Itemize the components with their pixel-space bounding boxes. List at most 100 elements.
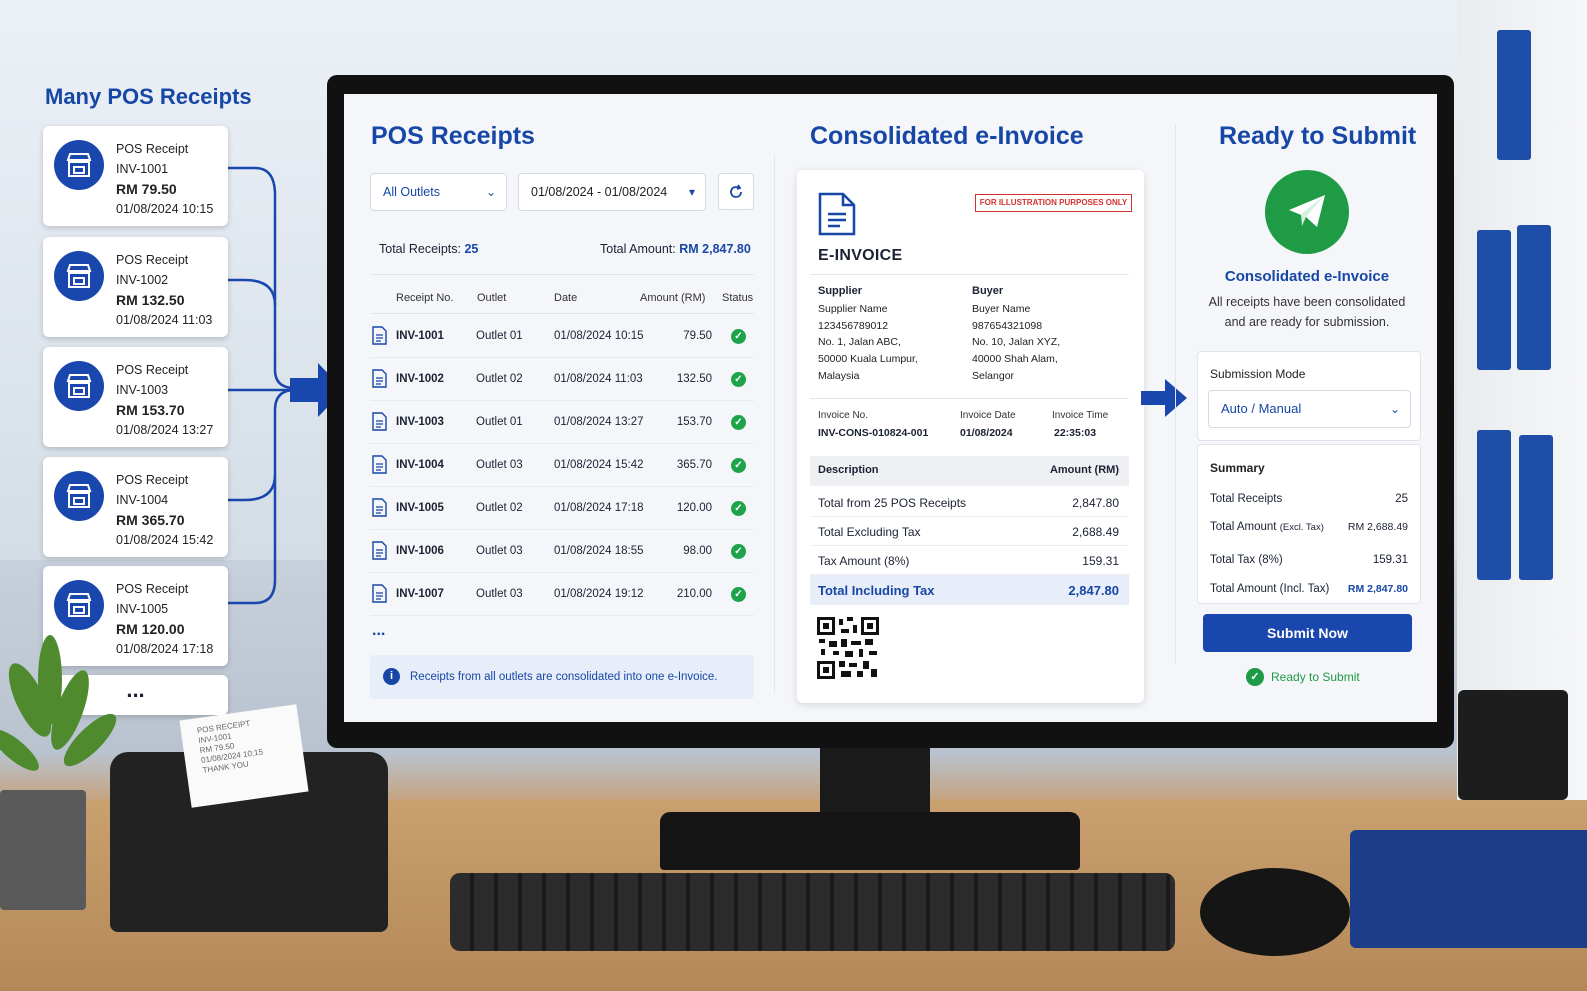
outlet: Outlet 03: [476, 588, 523, 600]
ready-status: ✓ Ready to Submit: [1246, 668, 1360, 686]
receipt-no: INV-1004: [116, 493, 169, 507]
date-range-value: 01/08/2024 - 01/08/2024: [531, 185, 668, 199]
receipt-type: POS Receipt: [116, 363, 189, 377]
screen: POS Receipts All Outlets ⌄ 01/08/2024 - 0…: [344, 94, 1437, 722]
amount: 210.00: [676, 588, 712, 600]
receipt-no: INV-1003: [116, 383, 169, 397]
ready-description: All receipts have been consolidated and a…: [1178, 292, 1436, 332]
check-icon: ✓: [731, 458, 746, 473]
date: 01/08/2024 15:42: [554, 459, 644, 471]
summary-label: Total Tax (8%): [1210, 554, 1283, 566]
col-outlet: Outlet: [477, 292, 507, 304]
summary-value: RM 2,688.49: [1347, 521, 1408, 533]
info-note-text: Receipts from all outlets are consolidat…: [410, 671, 718, 683]
table-row[interactable]: INV-1001 Outlet 01 01/08/2024 10:15 79.5…: [370, 315, 754, 358]
document-icon: [372, 369, 387, 388]
date-range-select[interactable]: 01/08/2024 - 01/08/2024 ▾: [518, 173, 706, 211]
receipt-no: INV-1005: [116, 602, 169, 616]
date: 01/08/2024 18:55: [554, 545, 644, 557]
invoice-line: Tax Amount (8%) 159.31: [810, 546, 1129, 575]
store-icon: [54, 140, 104, 190]
desc-header: Description: [818, 464, 879, 476]
date: 01/08/2024 10:15: [554, 330, 644, 342]
table-row[interactable]: INV-1002 Outlet 02 01/08/2024 11:03 132.…: [370, 358, 754, 401]
check-icon: ✓: [731, 329, 746, 344]
submission-mode-label: Submission Mode: [1210, 367, 1306, 381]
amount: 79.50: [683, 330, 712, 342]
divider: [774, 154, 775, 694]
receipt-card[interactable]: POS Receipt INV-1002 RM 132.50 01/08/2024 1…: [43, 237, 228, 337]
printed-receipt: POS RECEIPT INV-1001 RM 79.50 01/08/2024…: [179, 704, 309, 808]
receipt-datetime: 01/08/2024 13:27: [116, 423, 214, 437]
chevron-down-icon: ⌄: [1389, 402, 1400, 416]
receipt-no: INV-1002: [396, 373, 444, 385]
plant: [0, 620, 120, 810]
receipt-card[interactable]: POS Receipt INV-1001 RM 79.50 01/08/2024 10…: [43, 126, 228, 226]
mouse: [1200, 868, 1350, 956]
table-row[interactable]: INV-1007 Outlet 03 01/08/2024 19:12 210.…: [370, 573, 754, 616]
total-receipts-value: 25: [464, 242, 479, 256]
summary-label-suffix: (Excl. Tax): [1279, 522, 1324, 533]
outlet-select[interactable]: All Outlets ⌄: [370, 173, 507, 211]
amount: 132.50: [676, 373, 712, 385]
summary-row: Total Receipts 25: [1210, 493, 1408, 505]
info-icon: i: [383, 668, 400, 685]
outlet: Outlet 03: [476, 545, 523, 557]
chevron-down-icon: ⌄: [485, 185, 496, 199]
more-rows[interactable]: ...: [372, 622, 385, 640]
receipt-no: INV-1001: [116, 162, 169, 176]
total-value: 2,847.80: [1068, 583, 1119, 598]
divider: [1175, 124, 1176, 664]
outlet: Outlet 02: [476, 373, 523, 385]
table-header: Receipt No. Outlet Date Amount (RM) Stat…: [370, 274, 754, 314]
receipt-no: INV-1003: [396, 416, 444, 428]
paper-plane-icon: [1265, 170, 1349, 254]
line-desc: Total Excluding Tax: [818, 525, 921, 539]
receipt-card[interactable]: POS Receipt INV-1003 RM 153.70 01/08/2024 1…: [43, 347, 228, 447]
plant-pot: [0, 790, 86, 910]
check-icon: ✓: [731, 372, 746, 387]
receipt-amount: RM 132.50: [116, 292, 185, 308]
summary-row: Total Tax (8%) 159.31: [1210, 554, 1408, 566]
refresh-button[interactable]: [718, 173, 754, 210]
calendar-chevron-icon: ▾: [688, 185, 695, 199]
invoice-table-header: Description Amount (RM): [810, 456, 1129, 486]
outlet: Outlet 03: [476, 459, 523, 471]
divider: [810, 398, 1129, 399]
table-row[interactable]: INV-1003 Outlet 01 01/08/2024 13:27 153.…: [370, 401, 754, 444]
receipt-card[interactable]: POS Receipt INV-1004 RM 365.70 01/08/2024 1…: [43, 457, 228, 557]
ready-desc-line: All receipts have been consolidated: [1208, 295, 1406, 309]
invoice-no: INV-CONS-010824-001: [818, 427, 929, 439]
table-row[interactable]: INV-1005 Outlet 02 01/08/2024 17:18 120.…: [370, 487, 754, 530]
table-row[interactable]: INV-1006 Outlet 03 01/08/2024 18:55 98.0…: [370, 530, 754, 573]
amount: 153.70: [676, 416, 712, 428]
date: 01/08/2024 19:12: [554, 588, 644, 600]
check-icon: ✓: [731, 544, 746, 559]
receipt-type: POS Receipt: [116, 582, 189, 596]
table-row[interactable]: INV-1004 Outlet 03 01/08/2024 15:42 365.…: [370, 444, 754, 487]
amount: 365.70: [676, 459, 712, 471]
summary-label: Total Amount: [1210, 521, 1277, 533]
document-icon: [372, 541, 387, 560]
store-icon: [54, 471, 104, 521]
total-label: Total Including Tax: [818, 583, 935, 598]
submit-now-button[interactable]: Submit Now: [1203, 614, 1412, 652]
line-amount: 2,847.80: [1072, 496, 1119, 510]
amount-header: Amount (RM): [1049, 464, 1119, 476]
submission-mode-select[interactable]: Auto / Manual ⌄: [1208, 390, 1411, 428]
total-receipts-label: Total Receipts:: [379, 242, 461, 256]
amount: 120.00: [676, 502, 712, 514]
invoice-time: 22:35:03: [1054, 427, 1097, 439]
receipt-datetime: 01/08/2024 15:42: [116, 533, 214, 547]
outlet: Outlet 01: [476, 330, 523, 342]
ready-status-text: Ready to Submit: [1271, 670, 1360, 684]
summary-value: 159.31: [1372, 554, 1408, 566]
line-amount: 159.31: [1082, 554, 1119, 568]
monitor-base: [660, 812, 1080, 870]
invoice-time-label: Invoice Time: [1052, 410, 1109, 421]
pen-cup: [1458, 690, 1568, 800]
document-icon: [372, 455, 387, 474]
summary-value: RM 2,847.80: [1347, 583, 1408, 595]
submission-mode-box: Submission Mode Auto / Manual ⌄: [1197, 351, 1421, 441]
summary-row: Total Amount (Excl. Tax) RM 2,688.49: [1210, 521, 1408, 533]
